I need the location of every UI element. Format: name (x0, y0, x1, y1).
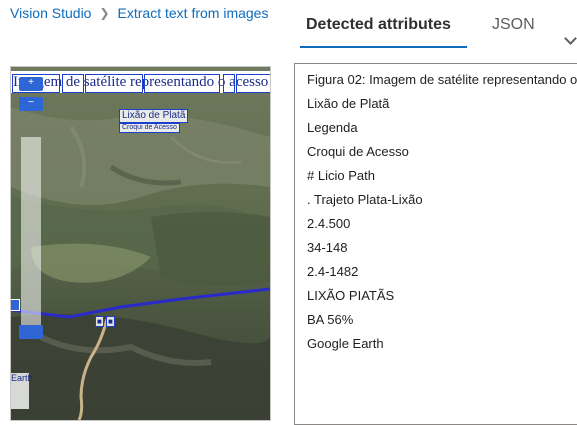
chevron-down-icon[interactable] (564, 32, 577, 45)
tab-json[interactable]: JSON (492, 16, 535, 34)
result-line[interactable]: . Trajeto Plata-Lixão (307, 192, 423, 207)
text-results-panel: Figura 02: Imagem de satélite representa… (294, 63, 577, 425)
breadcrumb-home-link[interactable]: Vision Studio (10, 5, 91, 21)
image-preview: Imagem de satélite representando o acess… (10, 66, 271, 421)
word-box[interactable] (85, 74, 143, 93)
earth-text: Earth (11, 373, 33, 383)
route-label-a[interactable]: ■ (95, 316, 104, 327)
image-title-strip: Imagem de satélite representando o acess… (11, 71, 270, 93)
breadcrumb: Vision Studio ❯ Extract text from images (10, 5, 268, 21)
result-line[interactable]: 34-148 (307, 240, 347, 255)
zoom-in-button[interactable]: + (19, 77, 43, 91)
result-line[interactable]: 2.4.500 (307, 216, 350, 231)
result-tabs: Detected attributes JSON (300, 0, 577, 50)
detected-label-place[interactable]: Lixão de Platã (119, 109, 189, 123)
left-marker-icon (11, 299, 20, 311)
result-line[interactable]: Figura 02: Imagem de satélite representa… (307, 72, 577, 87)
route-label-b[interactable]: ■ (106, 316, 115, 327)
result-line[interactable]: Lixão de Platã (307, 96, 389, 111)
word-box[interactable] (236, 74, 270, 93)
zoom-slider-handle[interactable] (19, 325, 43, 339)
breadcrumb-current-link[interactable]: Extract text from images (118, 5, 269, 21)
google-earth-badge: Earth (11, 373, 33, 409)
result-line[interactable]: Croqui de Acesso (307, 144, 409, 159)
result-line[interactable]: 2.4-1482 (307, 264, 358, 279)
word-box[interactable] (62, 74, 84, 93)
chevron-right-icon: ❯ (99, 6, 110, 20)
word-box[interactable] (144, 74, 220, 93)
detected-label-sub[interactable]: Croqui de Acesso (119, 123, 180, 133)
result-line[interactable]: LIXÃO PIATÃS (307, 288, 394, 303)
active-tab-indicator (300, 46, 467, 48)
result-line[interactable]: Legenda (307, 120, 358, 135)
result-line[interactable]: # Licio Path (307, 168, 375, 183)
result-line[interactable]: Google Earth (307, 336, 384, 351)
tab-detected-attributes[interactable]: Detected attributes (306, 16, 451, 34)
zoom-out-button[interactable]: − (19, 97, 43, 111)
zoom-slider-track[interactable] (21, 137, 41, 332)
word-box[interactable] (223, 74, 235, 93)
result-line[interactable]: BA 56% (307, 312, 353, 327)
